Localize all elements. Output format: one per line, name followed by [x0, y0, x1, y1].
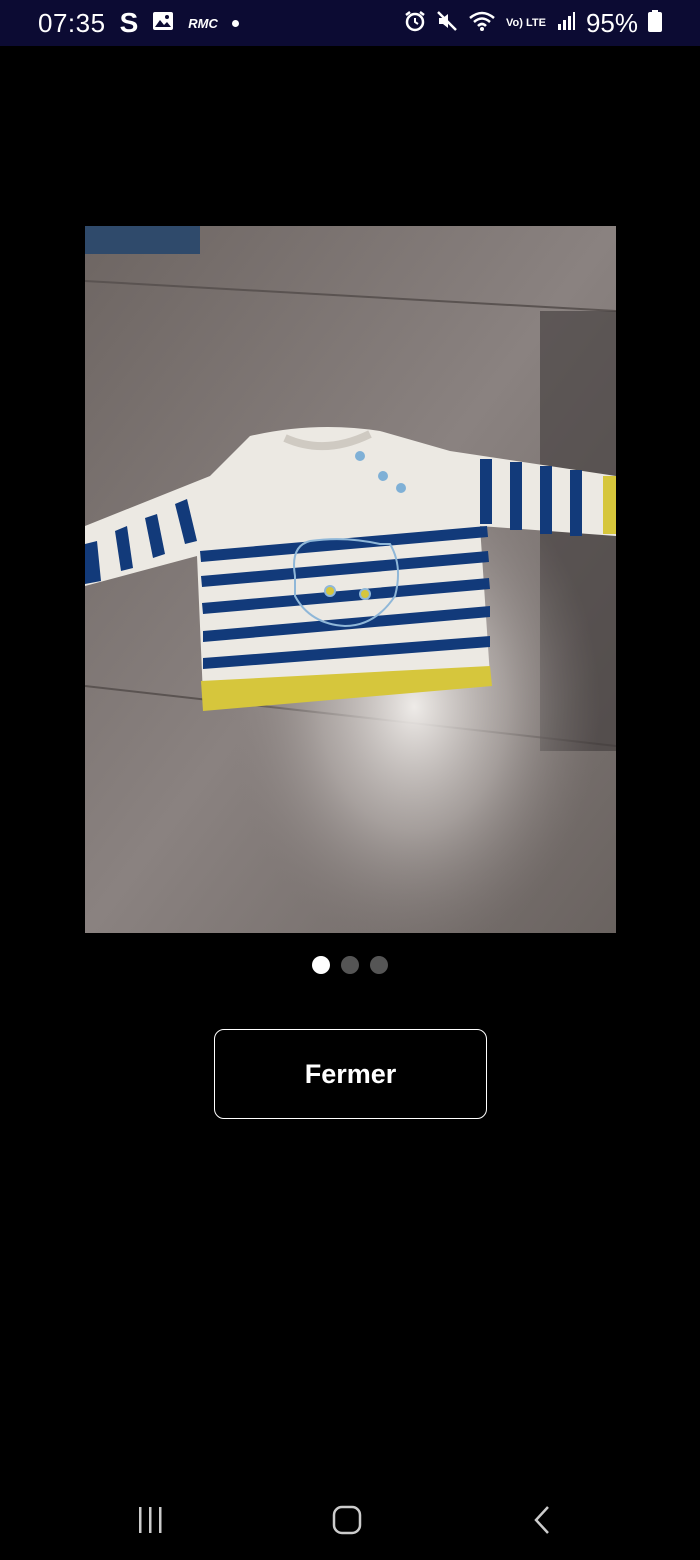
- rmc-icon: RMC: [188, 15, 218, 31]
- status-time: 07:35: [38, 7, 106, 38]
- battery-icon: [648, 9, 662, 37]
- mute-icon: [436, 10, 458, 37]
- close-button[interactable]: Fermer: [214, 1029, 487, 1119]
- wifi-icon: [468, 10, 496, 37]
- back-icon[interactable]: [513, 1500, 573, 1540]
- recents-icon[interactable]: [121, 1500, 181, 1540]
- pager-dot-2[interactable]: [341, 956, 359, 974]
- battery-percent: 95%: [585, 7, 638, 38]
- pager-dot-1[interactable]: [312, 956, 330, 974]
- status-bar-left: 07:35 S RMC: [38, 7, 239, 39]
- navigation-bar: [0, 1480, 700, 1560]
- sweater-image: [85, 226, 616, 933]
- image-pager: [0, 956, 700, 974]
- pager-dot-3[interactable]: [370, 956, 388, 974]
- carrier-s-icon: S: [119, 7, 139, 38]
- notification-dot-icon: [231, 19, 239, 27]
- status-bar: 07:35 S RMC Vo) LTE 95%: [0, 0, 700, 46]
- product-photo[interactable]: [85, 226, 616, 933]
- signal-icon: [556, 11, 576, 36]
- volte-icon: Vo) LTE: [506, 16, 546, 29]
- gallery-icon: [152, 11, 174, 36]
- home-icon[interactable]: [317, 1500, 377, 1540]
- status-bar-right: Vo) LTE 95%: [404, 8, 662, 39]
- alarm-icon: [404, 10, 426, 37]
